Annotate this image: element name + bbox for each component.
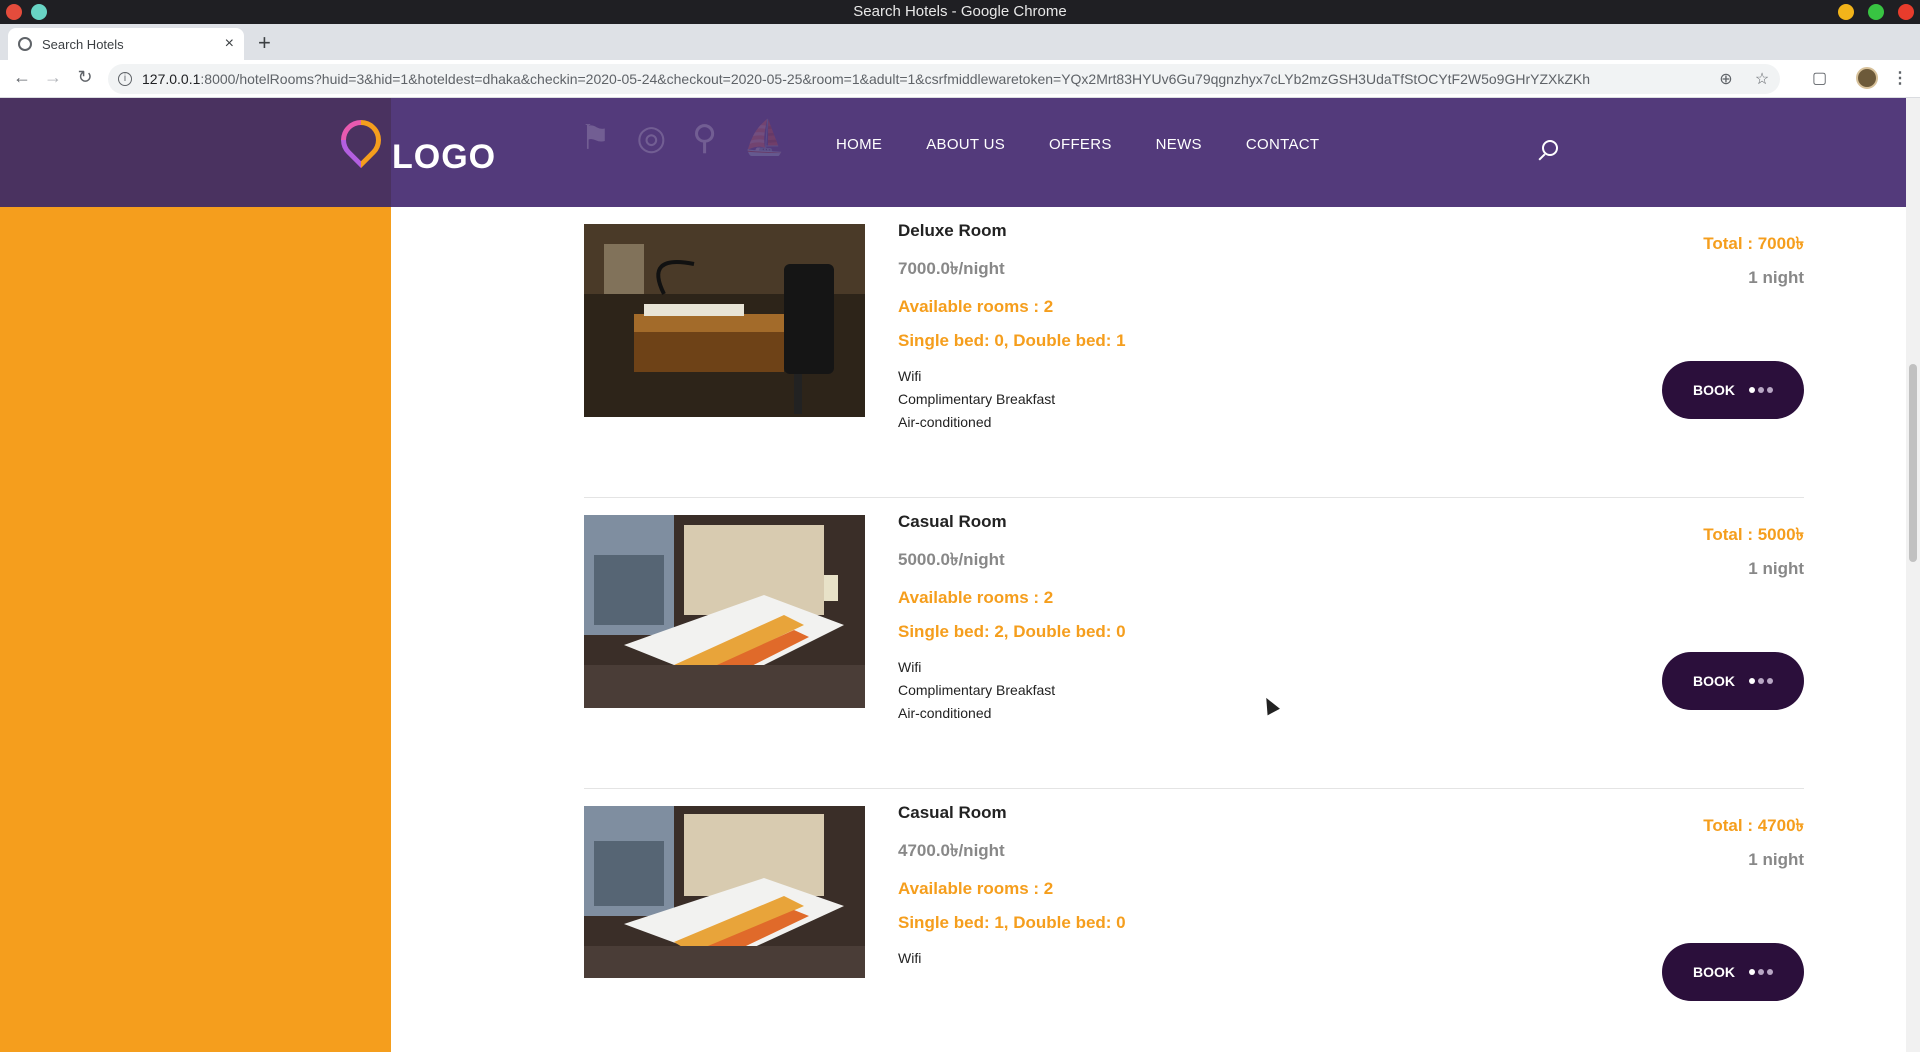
amenity: Wifi bbox=[898, 950, 922, 966]
room-nights: 1 night bbox=[1748, 268, 1804, 287]
tab-strip: Search Hotels × + bbox=[0, 24, 1920, 60]
url-text[interactable]: 127.0.0.1:8000/hotelRooms?huid=3&hid=1&h… bbox=[142, 71, 1708, 87]
room-beds: Single bed: 0, Double bed: 1 bbox=[898, 331, 1126, 350]
url-host: 127.0.0.1 bbox=[142, 71, 201, 87]
dots-icon bbox=[1749, 678, 1773, 684]
room-card: Deluxe Room 7000.0৳/night Available room… bbox=[584, 207, 1804, 498]
browser-toolbar: ← → ↻ i 127.0.0.1:8000/hotelRooms?huid=3… bbox=[0, 60, 1920, 98]
room-total: Total : 4700৳ bbox=[1703, 816, 1804, 835]
room-availability: Available rooms : 2 bbox=[898, 879, 1054, 898]
room-beds: Single bed: 1, Double bed: 0 bbox=[898, 913, 1126, 932]
site-header: LOGO ⚑ ◎ ⚲ ⛵ HOME ABOUT US OFFERS NEWS C… bbox=[0, 98, 1906, 207]
minimize-button[interactable] bbox=[1838, 4, 1854, 20]
nav-contact[interactable]: CONTACT bbox=[1246, 136, 1319, 153]
scrollbar-thumb[interactable] bbox=[1909, 364, 1917, 562]
app-indicator-icon bbox=[31, 4, 47, 20]
room-name: Casual Room bbox=[898, 512, 1007, 531]
book-label: BOOK bbox=[1693, 673, 1735, 689]
amenity: Air-conditioned bbox=[898, 705, 992, 721]
close-window-button[interactable] bbox=[1898, 4, 1914, 20]
book-label: BOOK bbox=[1693, 964, 1735, 980]
bookmark-star-icon[interactable]: ☆ bbox=[1752, 69, 1772, 89]
room-info: Casual Room 5000.0৳/night Available room… bbox=[898, 512, 1126, 725]
amenity: Wifi bbox=[898, 368, 922, 384]
profile-avatar[interactable] bbox=[1856, 67, 1878, 89]
page-viewport: LOGO ⚑ ◎ ⚲ ⛵ HOME ABOUT US OFFERS NEWS C… bbox=[0, 98, 1906, 1052]
menu-kebab-icon[interactable]: ⋮ bbox=[1892, 68, 1908, 88]
room-price: 4700.0৳/night bbox=[898, 841, 1005, 860]
amenity: Complimentary Breakfast bbox=[898, 391, 1056, 407]
room-photo-twin-bed bbox=[584, 806, 865, 978]
site-logo[interactable]: LOGO bbox=[392, 138, 496, 177]
room-photo-desk bbox=[584, 224, 865, 417]
back-arrow-icon[interactable]: ← bbox=[10, 67, 34, 88]
room-nights: 1 night bbox=[1748, 850, 1804, 869]
room-name: Deluxe Room bbox=[898, 221, 1007, 240]
reload-icon[interactable]: ↻ bbox=[73, 67, 97, 88]
sailboat-icon: ⛵ bbox=[743, 119, 786, 157]
room-total: Total : 5000৳ bbox=[1703, 525, 1804, 544]
room-card: Casual Room 5000.0৳/night Available room… bbox=[584, 498, 1804, 789]
room-availability: Available rooms : 2 bbox=[898, 297, 1054, 316]
room-availability: Available rooms : 2 bbox=[898, 588, 1054, 607]
search-icon[interactable] bbox=[1542, 140, 1558, 156]
maximize-button[interactable] bbox=[1868, 4, 1884, 20]
nav-offers[interactable]: OFFERS bbox=[1049, 136, 1112, 153]
dots-icon bbox=[1749, 969, 1773, 975]
header-decorative-icons: ⚑ ◎ ⚲ ⛵ bbox=[580, 118, 785, 158]
nav-news[interactable]: NEWS bbox=[1156, 136, 1202, 153]
compass-icon: ◎ bbox=[636, 119, 667, 157]
room-price: 7000.0৳/night bbox=[898, 259, 1005, 278]
room-price: 5000.0৳/night bbox=[898, 550, 1005, 569]
room-nights: 1 night bbox=[1748, 559, 1804, 578]
room-photo-twin-bed bbox=[584, 515, 865, 708]
extension-icon[interactable]: ▢ bbox=[1812, 68, 1827, 88]
room-card: Casual Room 4700.0৳/night Available room… bbox=[584, 789, 1804, 1052]
bicycle-icon: ⚲ bbox=[692, 119, 718, 157]
room-list: Deluxe Room 7000.0৳/night Available room… bbox=[584, 207, 1804, 1052]
window-titlebar: Search Hotels - Google Chrome bbox=[0, 0, 1920, 24]
chrome-app-icon bbox=[6, 4, 22, 20]
room-info: Casual Room 4700.0৳/night Available room… bbox=[898, 803, 1126, 970]
room-name: Casual Room bbox=[898, 803, 1007, 822]
book-button[interactable]: BOOK bbox=[1662, 652, 1804, 710]
signpost-icon: ⚑ bbox=[580, 119, 611, 157]
window-controls bbox=[1838, 4, 1914, 20]
window-title: Search Hotels - Google Chrome bbox=[853, 3, 1067, 20]
amenity: Air-conditioned bbox=[898, 414, 992, 430]
book-button[interactable]: BOOK bbox=[1662, 361, 1804, 419]
orange-sidebar bbox=[0, 98, 391, 1052]
logo-area bbox=[0, 98, 391, 207]
tab-search-hotels[interactable]: Search Hotels × bbox=[8, 28, 244, 60]
page-scrollbar[interactable] bbox=[1906, 98, 1920, 1052]
zoom-icon[interactable]: ⊕ bbox=[1716, 69, 1736, 89]
nav-about-us[interactable]: ABOUT US bbox=[926, 136, 1005, 153]
tab-label: Search Hotels bbox=[42, 36, 124, 52]
globe-icon bbox=[18, 37, 32, 51]
forward-arrow-icon[interactable]: → bbox=[41, 67, 65, 88]
amenity: Complimentary Breakfast bbox=[898, 682, 1056, 698]
tab-close-icon[interactable]: × bbox=[225, 35, 234, 53]
site-info-icon[interactable]: i bbox=[118, 72, 132, 86]
url-path: :8000/hotelRooms?huid=3&hid=1&hoteldest=… bbox=[200, 71, 1591, 87]
amenity: Wifi bbox=[898, 659, 922, 675]
dots-icon bbox=[1749, 387, 1773, 393]
main-nav: HOME ABOUT US OFFERS NEWS CONTACT bbox=[836, 136, 1363, 153]
room-total: Total : 7000৳ bbox=[1703, 234, 1804, 253]
book-button[interactable]: BOOK bbox=[1662, 943, 1804, 1001]
room-info: Deluxe Room 7000.0৳/night Available room… bbox=[898, 221, 1126, 434]
address-bar[interactable]: i 127.0.0.1:8000/hotelRooms?huid=3&hid=1… bbox=[108, 64, 1780, 94]
nav-home[interactable]: HOME bbox=[836, 136, 882, 153]
room-beds: Single bed: 2, Double bed: 0 bbox=[898, 622, 1126, 641]
titlebar-app-icons bbox=[6, 4, 47, 20]
book-label: BOOK bbox=[1693, 382, 1735, 398]
new-tab-button[interactable]: + bbox=[258, 32, 271, 54]
